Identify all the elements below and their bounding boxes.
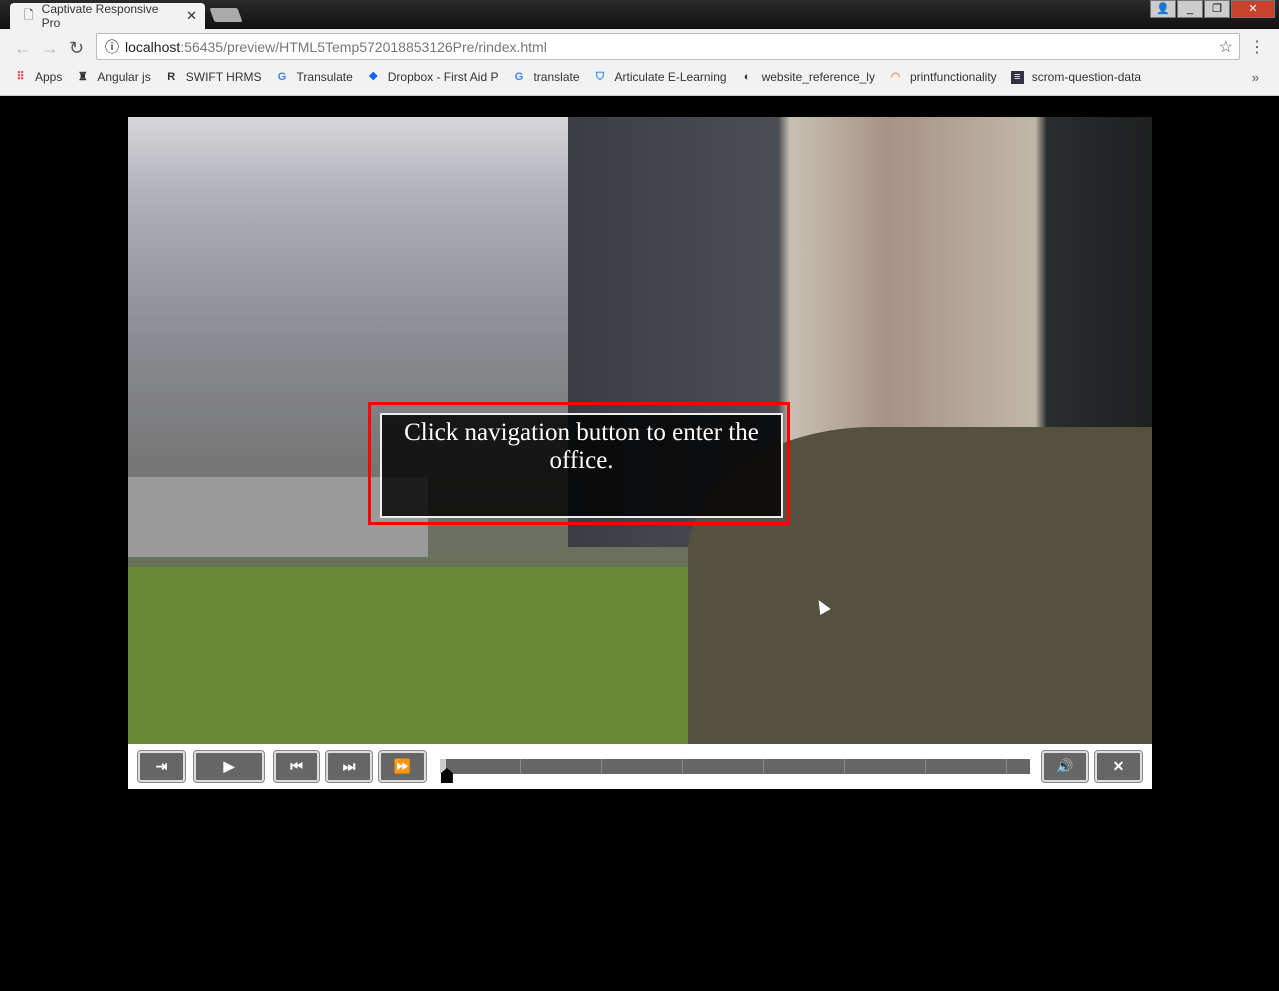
rainbow-icon: ◠ <box>890 70 901 83</box>
bookmark-dropbox[interactable]: ❖ Dropbox - First Aid P <box>367 70 498 84</box>
minimize-button[interactable]: _ <box>1177 0 1203 18</box>
globe-icon: ◐ <box>743 70 751 83</box>
rewind-icon: ⏮ <box>290 758 303 774</box>
doc-icon: ≡ <box>1010 70 1024 84</box>
bookmark-apps[interactable]: ⠿ Apps <box>14 70 62 84</box>
dropbox-icon: ❖ <box>368 70 379 83</box>
angular-icon: ♜ <box>77 70 88 83</box>
reload-icon[interactable]: ↻ <box>69 38 84 59</box>
r-icon: R <box>167 70 176 83</box>
bookmarks-bar: ⠿ Apps ♜ Angular js R SWIFT HRMS G Transulat… <box>14 70 1141 84</box>
page-icon: 🗋 <box>24 7 34 22</box>
browser-tab[interactable]: 🗋 Captivate Responsive Pro ✕ <box>10 2 205 30</box>
forward-icon[interactable]: → <box>41 38 59 59</box>
user-icon[interactable]: 👤 <box>1150 0 1176 18</box>
apps-grid-icon: ⠿ <box>16 70 25 83</box>
browser-toolbar: ← → ↻ ⓘ localhost :56435/preview/HTML5Te… <box>0 29 1279 96</box>
play-icon: ▶ <box>223 758 235 774</box>
bookmark-star-icon[interactable]: ☆ <box>1219 37 1233 57</box>
tab-title: Captivate Responsive Pro <box>41 2 159 30</box>
next-icon: ⏭ <box>342 758 356 774</box>
google-icon: G <box>277 70 287 83</box>
maximize-button[interactable]: ❐ <box>1204 0 1230 18</box>
tab-close-icon[interactable]: ✕ <box>186 8 197 24</box>
audio-button[interactable]: 🔊 <box>1041 750 1089 783</box>
bookmark-translate[interactable]: Gtranslate <box>512 70 580 84</box>
new-tab-button[interactable] <box>209 8 243 22</box>
progress-bar[interactable] <box>440 759 1030 774</box>
address-bar[interactable]: ⓘ localhost :56435/preview/HTML5Temp5720… <box>96 33 1240 60</box>
caption-highlight-box: Click navigation button to enter the off… <box>368 402 790 525</box>
more-bookmarks-icon[interactable]: » <box>1252 70 1259 85</box>
playbar: ⇥ ▶ ⏮ ⏭ ⏩ 🔊 ✕ <box>128 744 1152 789</box>
close-icon: ✕ <box>1112 758 1125 774</box>
close-button[interactable]: ✕ <box>1094 750 1143 783</box>
bookmark-website-reference[interactable]: ◐ website_reference_ly <box>741 70 875 84</box>
exit-button[interactable]: ⇥ <box>137 750 186 783</box>
back-icon[interactable]: ← <box>14 38 32 59</box>
info-icon: ⓘ <box>105 38 119 55</box>
bookmark-articulate[interactable]: ⛉ Articulate E-Learning <box>594 70 727 84</box>
bookmark-printfunctionality[interactable]: ◠ printfunctionality <box>889 70 997 84</box>
shield-icon: ⛉ <box>595 70 605 83</box>
bookmark-angular[interactable]: ♜ Angular js <box>76 70 151 84</box>
menu-icon[interactable]: ⋮ <box>1249 37 1265 57</box>
bookmark-scrom[interactable]: ≡ scrom-question-data <box>1010 70 1141 84</box>
fast-forward-button[interactable]: ⏩ <box>378 750 427 783</box>
next-button[interactable]: ⏭ <box>325 750 373 783</box>
rewind-button[interactable]: ⏮ <box>273 750 320 783</box>
play-button[interactable]: ▶ <box>193 750 265 783</box>
bookmark-swift-hrms[interactable]: R SWIFT HRMS <box>165 70 261 84</box>
google-icon: G <box>514 70 524 83</box>
bookmark-transulate[interactable]: G Transulate <box>276 70 353 84</box>
speaker-icon: 🔊 <box>1056 758 1074 774</box>
fast-forward-icon: ⏩ <box>393 758 412 774</box>
browser-titlebar: 🗋 Captivate Responsive Pro ✕ 👤 _ ❐ ✕ <box>0 0 1279 30</box>
exit-icon: ⇥ <box>155 758 168 774</box>
caption-text: Click navigation button to enter the off… <box>380 413 783 518</box>
slide-stage: Click navigation button to enter the off… <box>128 117 1152 744</box>
close-window-button[interactable]: ✕ <box>1231 0 1275 18</box>
